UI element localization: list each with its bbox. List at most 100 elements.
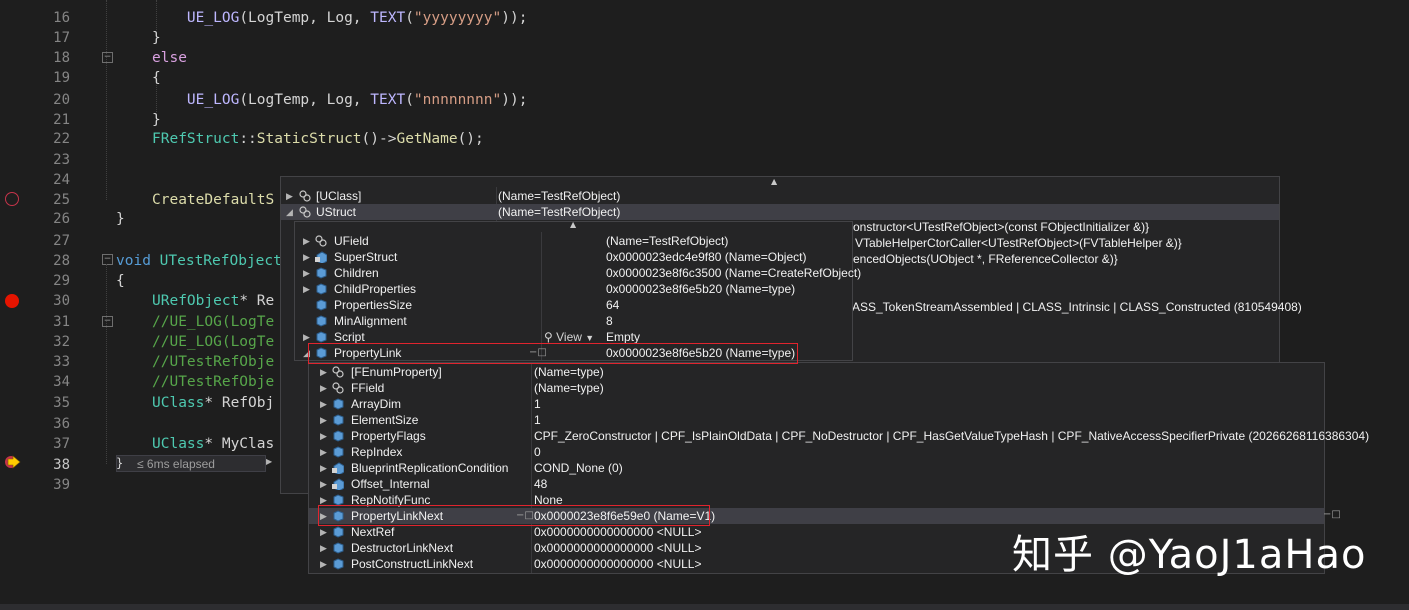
datatip-row[interactable]: ▶ [UClass] (Name=TestRefObject) (281, 188, 1279, 204)
expand-icon[interactable]: ▶ (320, 412, 327, 428)
highlight-box-property-link (308, 343, 798, 364)
expand-icon[interactable]: ▶ (320, 460, 327, 476)
expand-icon[interactable]: ▶ (320, 380, 327, 396)
line-number: 37 (53, 436, 70, 452)
overflow-value: VTableHelperCtorCaller<UTestRefObject>(F… (855, 236, 1182, 250)
expand-icon[interactable]: ▶ (303, 249, 310, 265)
line-number: 21 (53, 112, 70, 128)
scroll-up-icon[interactable]: ▲ (570, 220, 576, 229)
datatip-row[interactable]: ▶ PropertyFlags CPF_ZeroConstructor | CPF_… (309, 428, 1369, 444)
code-line-35[interactable]: UClass* RefObj (152, 393, 274, 413)
datatip-row-selected[interactable]: ◢ UStruct (Name=TestRefObject) (281, 204, 1279, 220)
code-line-18[interactable]: else (152, 48, 187, 68)
code-line-32[interactable]: //UE_LOG(LogTe (152, 332, 274, 352)
line-number: 28 (53, 253, 70, 269)
code-line-20[interactable]: UE_LOG(LogTemp, Log, TEXT("nnnnnnnn")); (152, 90, 528, 110)
datatip-row[interactable]: ▶ SuperStruct 0x0000023edc4e9f80 (Name=Obj… (295, 249, 852, 265)
code-line-22[interactable]: FRefStruct::StaticStruct()->GetName(); (152, 129, 484, 149)
expand-icon[interactable]: ▶ (320, 524, 327, 540)
code-line-37[interactable]: UClass* MyClas (152, 434, 274, 454)
code-line-33[interactable]: //UTestRefObje (152, 352, 274, 372)
scroll-up-icon[interactable]: ▲ (771, 177, 777, 186)
fold-toggle-icon[interactable]: − (102, 316, 113, 327)
expand-icon: ▶ (286, 191, 293, 201)
field-icon (332, 526, 344, 538)
code-line-25[interactable]: CreateDefaultS (152, 190, 274, 210)
expand-icon[interactable]: ▶ (320, 556, 327, 572)
punct-token: )); (501, 10, 528, 26)
fold-toggle-icon[interactable]: − (102, 52, 113, 63)
field-name: FField (351, 381, 385, 395)
field-icon (332, 446, 344, 458)
expand-icon[interactable]: ▶ (320, 428, 327, 444)
field-name: Offset_Internal (351, 477, 430, 491)
expand-icon[interactable]: ▶ (303, 265, 310, 281)
field-value: 0x0000023edc4e9f80 (Name=Object) (606, 250, 807, 264)
status-bar (0, 604, 1409, 610)
datatip-row[interactable]: MinAlignment 8 (295, 313, 852, 329)
code-line-19[interactable]: { (152, 68, 161, 88)
indent-guide (106, 264, 107, 464)
datatip-row[interactable]: ▶ FField (Name=type) (309, 380, 1324, 396)
perftip-elapsed[interactable]: ≤ 6ms elapsed (116, 455, 266, 472)
field-value: (Name=TestRefObject) (606, 234, 729, 248)
datatip-row[interactable]: ▶ ElementSize 1 (309, 412, 1324, 428)
code-line-28[interactable]: void UTestRefObject (116, 251, 282, 271)
field-value: (Name=type) (534, 365, 604, 379)
line-number: 17 (53, 30, 70, 46)
fold-toggle-icon[interactable]: − (102, 254, 113, 265)
brace-token: { (116, 273, 125, 289)
highlight-box-property-link-next (318, 505, 710, 526)
datatip-row[interactable]: ▶ Children 0x0000023e8f6c3500 (Name=Create… (295, 265, 861, 281)
view-label: View (556, 330, 582, 344)
field-name: ArrayDim (351, 397, 401, 411)
datatip-row[interactable]: ▶ Offset_Internal 48 (309, 476, 1324, 492)
datatip-row[interactable]: PropertiesSize 64 (295, 297, 852, 313)
code-line-30[interactable]: URefObject* Re (152, 291, 274, 311)
datatip-row[interactable]: ▶ ChildProperties 0x0000023e8f6e5b20 (Name… (295, 281, 852, 297)
type-token: URefObject (152, 293, 240, 309)
field-name: ElementSize (351, 413, 419, 427)
datatip-nested[interactable]: ▲ ▶ UField (Name=TestRefObject) ▶ SuperStruc… (294, 220, 861, 361)
line-number: 19 (53, 70, 70, 86)
comment-token: //UTestRefObje (152, 354, 275, 370)
keyword-token: void (116, 253, 151, 269)
datatip-row[interactable]: ▶ ArrayDim 1 (309, 396, 1324, 412)
macro-token: TEXT (370, 10, 406, 26)
code-line-16[interactable]: UE_LOG(LogTemp, Log, TEXT("yyyyyyyy")); (152, 8, 528, 28)
expand-icon[interactable]: ▶ (320, 444, 327, 460)
datatip-row[interactable]: ▶ [FEnumProperty] (Name=type) (309, 364, 1324, 380)
code-token: * MyClas (204, 436, 275, 452)
code-line-34[interactable]: //UTestRefObje (152, 372, 274, 392)
expand-icon[interactable]: ▶ (320, 364, 327, 380)
field-value: 0x0000000000000000 <NULL> (534, 557, 702, 571)
field-icon (332, 382, 344, 394)
code-line-29[interactable]: { (116, 271, 125, 291)
code-line-21[interactable]: } (152, 110, 161, 130)
datatip-row[interactable]: ▶ BlueprintReplicationCondition COND_None … (309, 460, 1324, 476)
pin-icon[interactable]: −□ (1323, 509, 1341, 520)
field-value: (Name=type) (534, 381, 604, 395)
datatip-expand-icon[interactable]: ▶ (266, 455, 276, 469)
expand-icon[interactable]: ▶ (320, 540, 327, 556)
field-icon (332, 542, 344, 554)
code-line-31[interactable]: //UE_LOG(LogTe (152, 312, 274, 332)
field-name: DestructorLinkNext (351, 541, 454, 555)
expand-icon[interactable]: ▶ (320, 396, 327, 412)
code-line-17[interactable]: } (152, 28, 161, 48)
field-value: 48 (534, 477, 548, 491)
code-line-26[interactable]: } (116, 209, 125, 229)
field-value: 8 (606, 314, 613, 328)
expand-icon[interactable]: ▶ (303, 233, 310, 249)
breakpoint-icon[interactable] (5, 294, 19, 308)
overflow-value: onstructor<UTestRefObject>(const FObject… (853, 220, 1150, 234)
datatip-row[interactable]: ▶ RepIndex 0 (309, 444, 1324, 460)
overflow-value: ASS_TokenStreamAssembled | CLASS_Intrins… (852, 300, 1302, 314)
expand-icon[interactable]: ▶ (303, 281, 310, 297)
disabled-breakpoint-icon[interactable] (5, 192, 19, 206)
punct-token: :: (239, 131, 257, 147)
string-token: "nnnnnnnn" (413, 92, 502, 108)
collapse-icon: ◢ (286, 207, 293, 217)
expand-icon[interactable]: ▶ (320, 476, 327, 492)
datatip-row[interactable]: ▶ UField (Name=TestRefObject) (295, 233, 852, 249)
